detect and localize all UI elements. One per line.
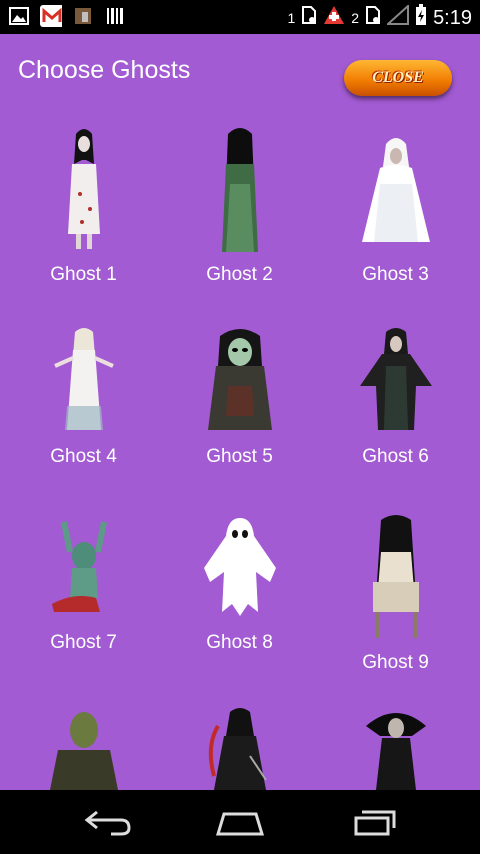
ghost-7-image <box>51 521 107 612</box>
barcode-notification-icon <box>104 6 126 26</box>
ghost-item-5[interactable]: Ghost 5 <box>162 326 317 468</box>
battery-icon <box>415 4 427 32</box>
ghost-item-7[interactable]: Ghost 7 <box>6 512 161 654</box>
sim1-indicator: 1 <box>287 10 296 26</box>
ghost-item-1[interactable]: Ghost 1 <box>6 124 161 286</box>
back-button[interactable] <box>77 804 137 840</box>
ghost-item-2[interactable]: Ghost 2 <box>162 124 317 286</box>
recent-apps-icon <box>354 810 396 836</box>
ghost-6-image <box>359 328 432 430</box>
gmail-notification-icon <box>40 5 62 27</box>
ghost-label: Ghost 9 <box>362 652 429 673</box>
sim1-icon <box>301 5 317 31</box>
ghost-item-4[interactable]: Ghost 4 <box>6 326 161 468</box>
ghost-item-8[interactable]: Ghost 8 <box>162 512 317 654</box>
ghost-2-image <box>221 128 258 252</box>
ghost-label: Ghost 5 <box>206 446 273 467</box>
ghost-item-3[interactable]: Ghost 3 <box>318 124 473 286</box>
ghost-label: Ghost 6 <box>362 446 429 467</box>
ghost-9-image <box>372 515 419 638</box>
ghost-8-image <box>203 518 276 616</box>
navigation-bar <box>0 790 480 854</box>
alert-icon <box>323 5 345 31</box>
ghost-item-6[interactable]: Ghost 6 <box>318 326 473 468</box>
close-button[interactable]: CLOSE <box>344 60 452 96</box>
status-bar: 1 2 5:19 <box>0 0 480 34</box>
clock: 5:19 <box>433 6 472 29</box>
ghost-item-9[interactable]: Ghost 9 <box>318 512 473 674</box>
ghost-12-image <box>365 713 426 790</box>
ghost-11-image <box>208 708 267 790</box>
home-button[interactable] <box>210 804 270 840</box>
ghost-label: Ghost 1 <box>50 264 117 285</box>
ghost-label: Ghost 4 <box>50 446 117 467</box>
sim2-indicator: 2 <box>351 10 360 26</box>
ghost-3-image <box>361 138 430 242</box>
home-icon <box>215 812 265 836</box>
ghost-item-12[interactable] <box>318 706 473 790</box>
gallery-notification-icon <box>8 6 30 26</box>
ghost-item-11[interactable] <box>162 706 317 790</box>
ghost-label: Ghost 2 <box>206 264 273 285</box>
ghost-1-image <box>67 129 100 249</box>
ghost-label: Ghost 3 <box>362 264 429 285</box>
back-icon <box>84 810 131 836</box>
ghost-chooser-screen: Choose Ghosts CLOSE Ghost 1 Ghost 2 Ghos… <box>0 34 480 790</box>
app-notification-icon <box>72 6 94 26</box>
ghost-4-image <box>53 328 114 430</box>
signal-icon <box>385 3 410 31</box>
recent-apps-button[interactable] <box>344 804 404 840</box>
ghost-label: Ghost 8 <box>206 632 273 653</box>
ghost-item-10[interactable] <box>6 706 161 790</box>
sim2-icon <box>365 5 381 31</box>
ghost-10-image <box>49 712 118 790</box>
page-title: Choose Ghosts <box>18 56 191 84</box>
ghost-5-image <box>207 329 272 430</box>
ghost-label: Ghost 7 <box>50 632 117 653</box>
